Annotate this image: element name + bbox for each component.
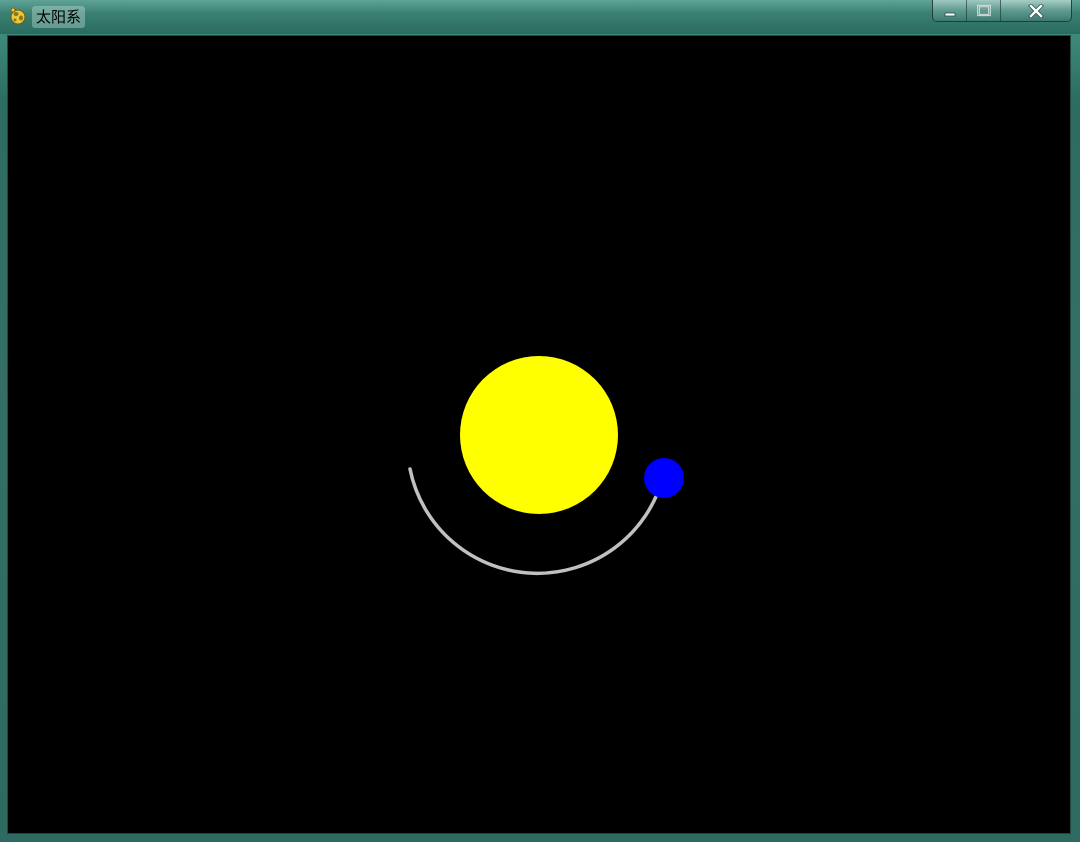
caption-buttons	[932, 0, 1072, 22]
minimize-icon	[944, 12, 955, 16]
planet-earth	[644, 458, 684, 498]
maximize-button[interactable]	[967, 0, 1001, 21]
title-bar[interactable]: 太阳系	[0, 0, 1080, 34]
solar-system-scene	[408, 356, 684, 576]
close-icon	[1028, 3, 1044, 18]
minimize-button[interactable]	[933, 0, 967, 21]
app-window: 太阳系	[0, 0, 1080, 842]
window-title: 太阳系	[32, 6, 86, 28]
sun	[460, 356, 618, 514]
pygame-snake-icon	[10, 7, 26, 25]
close-button[interactable]	[1001, 0, 1071, 21]
maximize-icon	[976, 4, 991, 16]
game-canvas[interactable]	[7, 35, 1071, 834]
